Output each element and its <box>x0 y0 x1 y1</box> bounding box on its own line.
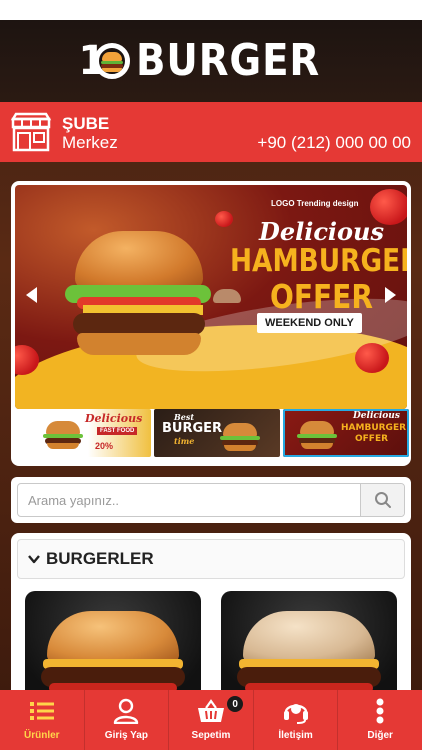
app-header: 1 BURGER <box>0 20 422 102</box>
basket-icon <box>197 697 225 725</box>
tab-products[interactable]: Ürünler <box>0 690 85 750</box>
bottom-tab-bar: Ürünler Giriş Yap 0 Sepetim İletişim Diğ… <box>0 690 422 750</box>
user-icon <box>112 697 140 725</box>
category-title: BURGERLER <box>46 549 154 568</box>
banner-burger-image <box>61 231 211 371</box>
promo-slider: LOGO Trending design Delicious HAMBURGER… <box>11 181 411 466</box>
search-bar <box>17 483 405 517</box>
banner-headline: HAMBURGER <box>230 243 407 279</box>
tomato-decoration <box>355 343 389 373</box>
slider-thumbnail[interactable]: Best BURGER time <box>154 409 280 457</box>
slider-thumbnail-active[interactable]: Delicious HAMBURGER OFFER <box>283 409 409 457</box>
headset-icon <box>282 697 310 725</box>
tab-cart[interactable]: 0 Sepetim <box>169 690 254 750</box>
tab-contact[interactable]: İletişim <box>254 690 339 750</box>
product-card[interactable] <box>221 591 397 701</box>
product-card[interactable] <box>25 591 201 701</box>
tab-label: Ürünler <box>24 730 60 741</box>
search-card <box>11 477 411 523</box>
cart-count-badge: 0 <box>227 696 244 712</box>
search-button[interactable] <box>360 484 404 516</box>
branch-name: Merkez <box>62 133 118 152</box>
chevron-down-icon <box>28 555 40 564</box>
tab-label: Sepetim <box>191 730 231 741</box>
product-grid <box>25 591 397 701</box>
banner-logo-text: LOGO Trending design <box>271 199 359 208</box>
tab-label: Diğer <box>367 730 393 741</box>
branch-phone[interactable]: +90 (212) 000 00 00 <box>257 133 411 153</box>
banner-tag: WEEKEND ONLY <box>257 313 362 333</box>
tab-more[interactable]: Diğer <box>338 690 422 750</box>
slider-next-icon[interactable] <box>385 287 396 303</box>
category-header[interactable]: BURGERLER <box>17 539 405 579</box>
slider-thumbnail[interactable]: Delicious FAST FOOD 20% <box>25 409 151 457</box>
tab-label: İletişim <box>278 730 313 741</box>
tomato-decoration <box>215 211 233 227</box>
mushroom-decoration <box>213 289 241 303</box>
list-icon <box>28 697 56 725</box>
brand-logo: 1 BURGER <box>76 39 345 83</box>
category-section: BURGERLER <box>11 533 411 703</box>
slider-prev-icon[interactable] <box>26 287 37 303</box>
search-icon <box>374 492 391 508</box>
store-icon <box>10 112 52 152</box>
tab-login[interactable]: Giriş Yap <box>85 690 170 750</box>
status-bar <box>0 0 422 20</box>
banner-script-title: Delicious <box>259 217 385 246</box>
slider-thumbnails: Delicious FAST FOOD 20% Best BURGER time… <box>25 409 409 461</box>
branch-label: ŞUBE <box>62 114 110 133</box>
logo-word: BURGER <box>136 35 321 86</box>
more-vertical-icon <box>366 697 394 725</box>
banner-subheadline: OFFER <box>270 277 373 316</box>
tab-label: Giriş Yap <box>104 730 148 741</box>
search-input[interactable] <box>18 484 360 516</box>
logo-burger-icon: 1 <box>76 39 132 83</box>
branch-bar[interactable]: ŞUBE Merkez +90 (212) 000 00 00 <box>0 102 422 162</box>
promo-banner[interactable]: LOGO Trending design Delicious HAMBURGER… <box>15 185 407 409</box>
